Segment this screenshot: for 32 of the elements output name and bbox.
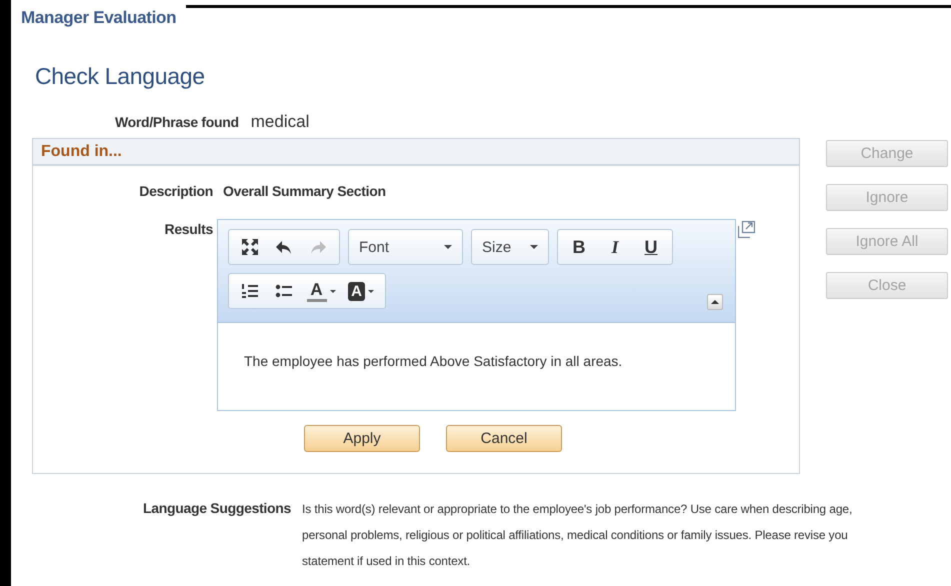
numbered-list-icon: [241, 283, 259, 299]
bold-button[interactable]: B: [564, 233, 594, 261]
caret-icon: [530, 245, 538, 249]
triangle-icon: [711, 300, 719, 304]
caret-icon: [444, 245, 452, 249]
suggestion-text: Is this word(s) relevant or appropriate to the employee's job performance? Use care when describing age, personal problems, religious or political affiliations, medical conditions or family issues. Please revise you statement if used in this context.: [302, 501, 852, 570]
dialog-button[interactable]: Apply: [304, 425, 420, 452]
dialog-button[interactable]: Cancel: [446, 425, 562, 452]
caret-icon: [368, 290, 374, 292]
field-value: medical: [250, 112, 310, 132]
popout-icon[interactable]: [738, 221, 755, 238]
field-label: Language Suggestions: [143, 500, 292, 516]
font-dropdown[interactable]: Font: [348, 229, 463, 265]
field-label: Description: [139, 183, 213, 199]
page-title: Check Language: [35, 63, 206, 90]
field-label: Word/Phrase found: [115, 114, 239, 130]
group-title: Found in...: [41, 142, 122, 160]
bullet-list-icon: [275, 283, 293, 299]
collapse-toolbar-button[interactable]: [707, 294, 723, 310]
caret-icon: [330, 290, 336, 292]
page-header-title: Manager Evaluation: [20, 7, 176, 28]
background-color-button[interactable]: A: [343, 277, 379, 305]
text-color-button[interactable]: A: [303, 277, 339, 305]
editor-text: The employee has performed Above Satisfactory in all areas.: [243, 352, 624, 369]
maximize-icon: [241, 238, 259, 256]
italic-button[interactable]: I: [600, 233, 630, 261]
size-dropdown[interactable]: Size: [471, 229, 549, 265]
redo-arrow-icon: [308, 238, 328, 256]
rich-text-editor[interactable]: Font Size B I U A A The employee has performed Above Satisfactory in all areas.: [217, 219, 736, 411]
field-value: Overall Summary Section: [223, 183, 386, 199]
underline-button[interactable]: U: [636, 233, 666, 261]
field-label: Results: [164, 221, 213, 237]
